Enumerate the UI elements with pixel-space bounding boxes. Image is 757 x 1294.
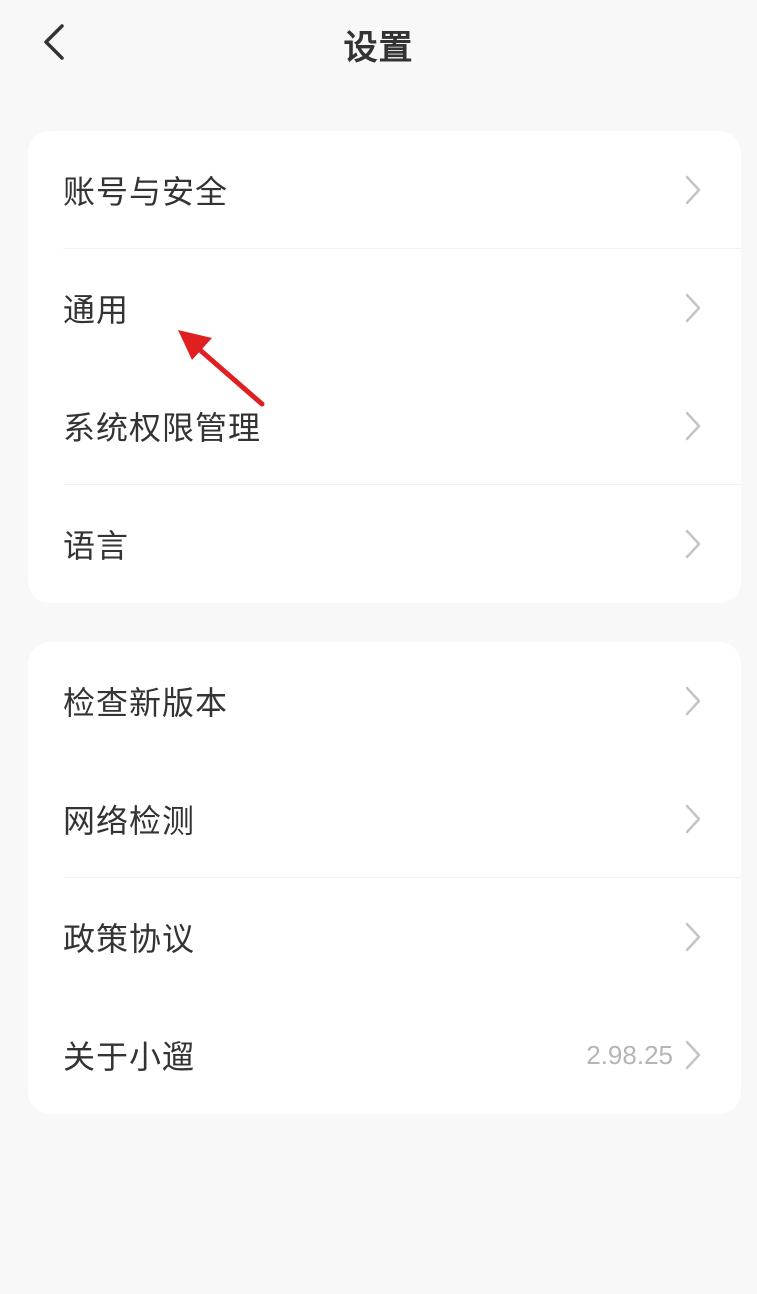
settings-item-label: 检查新版本 xyxy=(63,684,229,722)
settings-item-account-security[interactable]: 账号与安全 xyxy=(28,131,741,249)
settings-item-check-update[interactable]: 检查新版本 xyxy=(28,642,741,760)
settings-item-about[interactable]: 关于小遛 2.98.25 xyxy=(28,996,741,1114)
settings-item-system-permissions[interactable]: 系统权限管理 xyxy=(28,367,741,485)
chevron-right-icon xyxy=(685,1040,701,1070)
chevron-right-icon xyxy=(685,686,701,716)
settings-item-label: 账号与安全 xyxy=(63,173,229,211)
version-text: 2.98.25 xyxy=(586,1039,673,1070)
settings-item-label: 政策协议 xyxy=(63,920,196,958)
settings-item-label: 系统权限管理 xyxy=(63,409,262,447)
settings-item-policy[interactable]: 政策协议 xyxy=(28,878,741,996)
chevron-right-icon xyxy=(685,293,701,323)
chevron-right-icon xyxy=(685,922,701,952)
settings-item-language[interactable]: 语言 xyxy=(28,485,741,603)
settings-item-network-test[interactable]: 网络检测 xyxy=(28,760,741,878)
settings-item-label: 通用 xyxy=(63,291,130,329)
chevron-right-icon xyxy=(685,175,701,205)
settings-group-account: 账号与安全 通用 系统权限管理 语言 xyxy=(28,131,741,603)
page-title: 设置 xyxy=(343,28,414,68)
settings-item-general[interactable]: 通用 xyxy=(28,249,741,367)
settings-item-label: 语言 xyxy=(63,527,130,565)
chevron-right-icon xyxy=(685,804,701,834)
settings-item-label: 网络检测 xyxy=(63,802,196,840)
header: 设置 xyxy=(0,0,757,90)
settings-group-about: 检查新版本 网络检测 政策协议 关于小遛 2.98.25 xyxy=(28,642,741,1114)
chevron-right-icon xyxy=(685,411,701,441)
chevron-right-icon xyxy=(685,529,701,559)
settings-item-label: 关于小遛 xyxy=(63,1038,196,1076)
